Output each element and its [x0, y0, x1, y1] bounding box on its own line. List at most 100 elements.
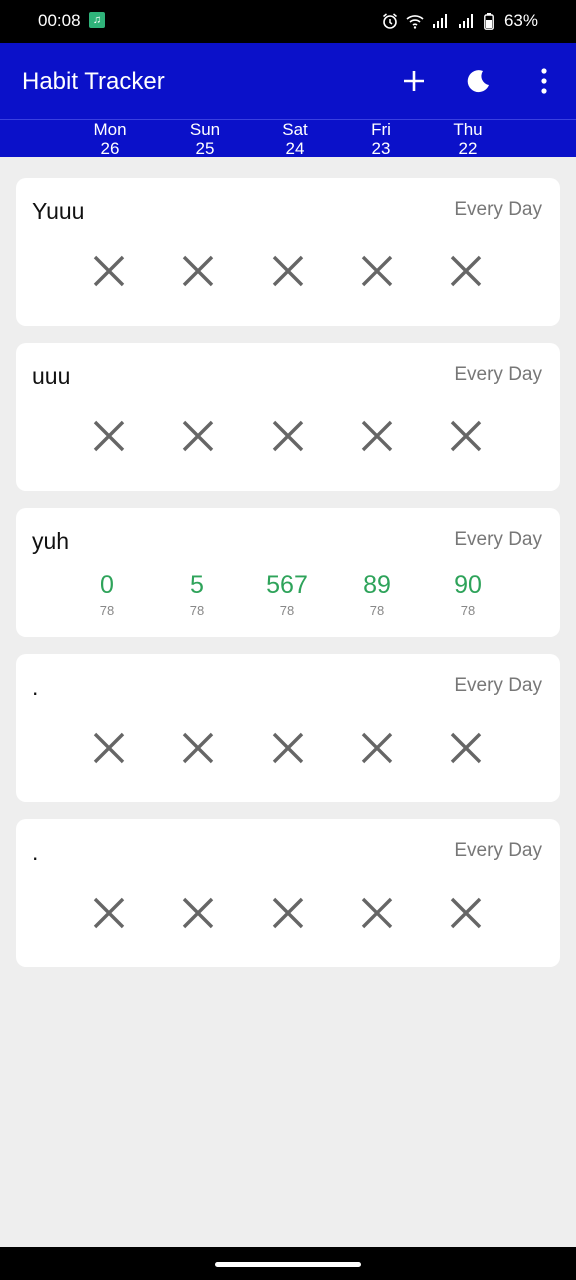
status-icons: 63% — [382, 11, 538, 31]
entry-cell[interactable]: 90 78 — [438, 570, 498, 620]
close-icon — [450, 420, 482, 452]
entry-cell[interactable] — [168, 896, 228, 935]
signal-icon — [458, 14, 473, 28]
habit-card[interactable]: yuh Every Day 0 78 5 78 567 78 89 78 90 … — [16, 508, 560, 637]
entry-target: 78 — [99, 603, 115, 618]
entry-cell[interactable]: 5 78 — [167, 570, 227, 620]
habit-card[interactable]: uuu Every Day — [16, 343, 560, 491]
close-icon — [182, 420, 214, 452]
app-title: Habit Tracker — [22, 68, 165, 95]
close-icon — [450, 897, 482, 929]
entry-cell[interactable] — [436, 896, 496, 935]
day-date: 22 — [458, 139, 478, 158]
entry-value: 89 — [363, 571, 391, 599]
status-time: 00:08 — [38, 11, 81, 30]
close-icon — [182, 255, 214, 287]
entry-cell[interactable] — [436, 254, 496, 293]
close-icon — [272, 420, 304, 452]
day-weekday: Sat — [282, 120, 308, 139]
status-bar: 00:08 ♫ 63% — [0, 0, 576, 43]
more-vert-icon — [541, 68, 547, 94]
entry-cell[interactable] — [168, 419, 228, 458]
more-options-button[interactable] — [526, 63, 562, 99]
close-icon — [93, 732, 125, 764]
habit-card[interactable]: . Every Day — [16, 654, 560, 802]
close-icon — [361, 732, 393, 764]
close-icon — [361, 420, 393, 452]
close-icon — [182, 897, 214, 929]
entry-target: 78 — [189, 603, 205, 618]
close-icon — [361, 897, 393, 929]
close-icon — [93, 420, 125, 452]
entry-cell[interactable] — [347, 254, 407, 293]
day-header: Sun 25 — [175, 120, 235, 158]
entry-cell[interactable] — [79, 896, 139, 935]
close-icon — [272, 732, 304, 764]
entry-cell[interactable] — [436, 419, 496, 458]
system-nav-bar — [0, 1247, 576, 1280]
day-weekday: Thu — [453, 120, 483, 139]
dark-mode-button[interactable] — [461, 63, 497, 99]
close-icon — [450, 732, 482, 764]
day-header: Mon 26 — [80, 120, 140, 158]
home-gesture-handle[interactable] — [215, 1262, 361, 1267]
habit-name: uuu — [32, 363, 71, 389]
entry-value: 567 — [266, 571, 308, 599]
entry-cell[interactable]: 89 78 — [347, 570, 407, 620]
habit-frequency: Every Day — [454, 675, 542, 696]
dark-mode-icon — [467, 70, 489, 93]
entry-cell[interactable]: 567 78 — [257, 570, 317, 620]
entry-cell[interactable] — [436, 731, 496, 770]
day-weekday: Fri — [371, 120, 391, 139]
entry-cell[interactable] — [347, 896, 407, 935]
app-notification-icon: ♫ — [89, 12, 105, 28]
habit-frequency: Every Day — [454, 840, 542, 861]
close-icon — [272, 897, 304, 929]
day-weekday: Mon — [93, 120, 127, 139]
entry-cell[interactable] — [168, 731, 228, 770]
battery-percent: 63% — [503, 11, 538, 30]
entry-cell[interactable] — [258, 254, 318, 293]
habit-name: . — [32, 839, 39, 865]
day-date: 26 — [100, 139, 120, 158]
habit-name: yuh — [32, 528, 70, 554]
habit-frequency: Every Day — [454, 199, 542, 220]
entry-cell[interactable] — [258, 419, 318, 458]
day-date: 24 — [285, 139, 305, 158]
close-icon — [450, 255, 482, 287]
habit-card[interactable]: Yuuu Every Day — [16, 178, 560, 326]
entry-value: 0 — [100, 571, 114, 599]
close-icon — [93, 255, 125, 287]
entry-cell[interactable] — [347, 731, 407, 770]
app-bar: Habit Tracker — [0, 43, 576, 119]
day-header: Sat 24 — [265, 120, 325, 158]
close-icon — [93, 897, 125, 929]
entry-cell[interactable] — [168, 254, 228, 293]
entry-cell[interactable] — [258, 731, 318, 770]
habit-name: Yuuu — [32, 198, 85, 224]
signal-icon — [432, 14, 447, 28]
entry-cell[interactable] — [347, 419, 407, 458]
day-date: 25 — [195, 139, 215, 158]
wifi-icon — [406, 15, 424, 29]
habit-frequency: Every Day — [454, 364, 542, 385]
close-icon — [182, 732, 214, 764]
battery-icon — [484, 12, 494, 30]
habit-frequency: Every Day — [454, 529, 542, 550]
add-habit-button[interactable] — [396, 63, 432, 99]
entry-value: 90 — [454, 571, 482, 599]
habit-name: . — [32, 674, 39, 700]
entry-target: 78 — [279, 603, 295, 618]
day-header: Thu 22 — [438, 120, 498, 158]
day-header-row: Mon 26 Sun 25 Sat 24 Fri 23 Thu 22 — [0, 119, 576, 158]
entry-cell[interactable] — [258, 896, 318, 935]
entry-cell[interactable] — [79, 419, 139, 458]
entry-cell[interactable] — [79, 254, 139, 293]
add-icon — [404, 71, 424, 91]
habit-card[interactable]: . Every Day — [16, 819, 560, 967]
entry-cell[interactable] — [79, 731, 139, 770]
entry-cell[interactable]: 0 78 — [77, 570, 137, 620]
day-date: 23 — [371, 139, 391, 158]
day-weekday: Sun — [189, 120, 221, 139]
entry-target: 78 — [460, 603, 476, 618]
